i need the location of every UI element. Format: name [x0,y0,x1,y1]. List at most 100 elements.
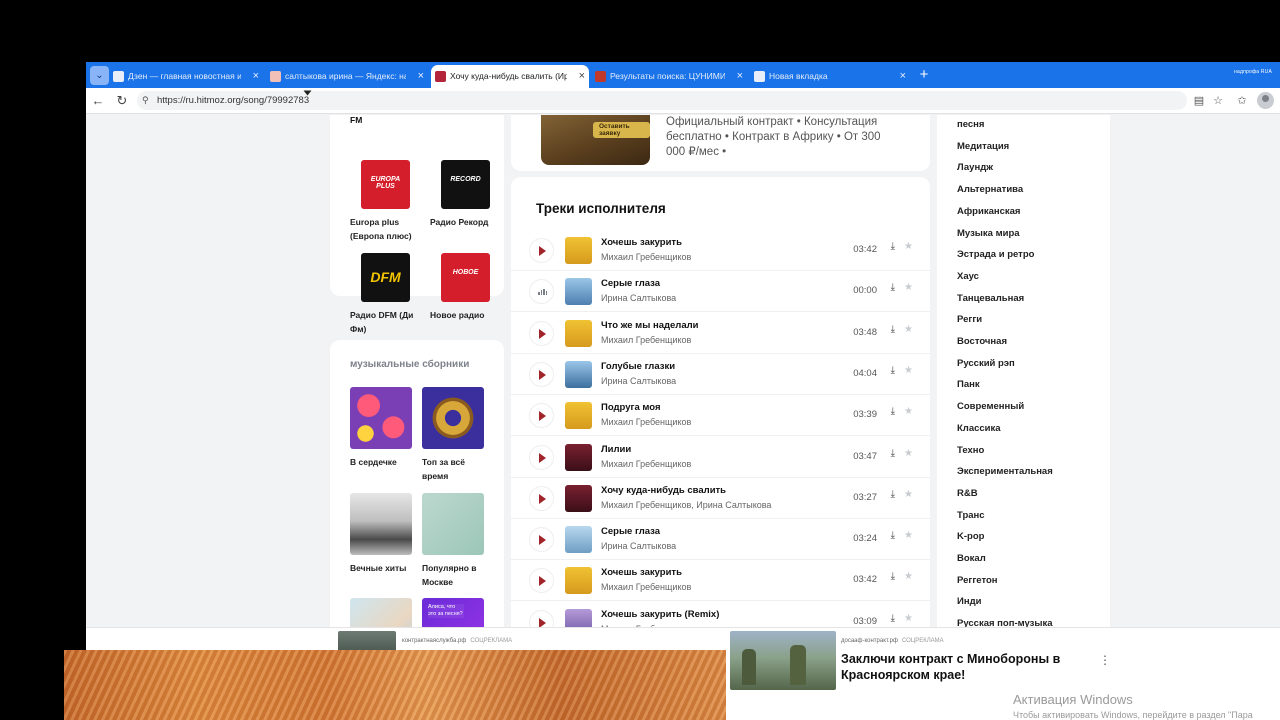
genre-link[interactable]: Африканская [957,206,1020,217]
radio-station-label[interactable]: Новое радио [430,308,500,322]
collection-tile[interactable]: Популярно в Москве [422,493,492,589]
genre-link[interactable]: Классика [957,423,1001,434]
reload-icon[interactable]: ↻ [113,92,131,110]
download-icon[interactable]: ⤓ [891,365,895,376]
radio-station-cover[interactable]: DFM [361,253,410,302]
browser-tab[interactable]: салтыкова ирина — Яндекс: нашл × [266,65,428,88]
genre-link[interactable]: K-pop [957,531,984,542]
play-icon[interactable] [529,444,554,470]
radio-station-label[interactable]: Радио Рекорд [430,215,500,229]
download-icon[interactable]: ⤓ [891,613,895,624]
tab-title[interactable]: Хочу куда-нибудь свалить (Ирин [450,65,567,88]
collection-label[interactable]: Топ за всё время [422,455,492,483]
track-row[interactable]: Лилии Михаил Гребенщиков 03:47 ⤓ ★ [511,437,930,478]
download-icon[interactable]: ⤓ [891,282,895,293]
play-icon[interactable] [529,238,554,263]
genre-link[interactable]: Регги [957,314,982,325]
tab-close-icon[interactable]: × [579,65,585,88]
download-icon[interactable]: ⤓ [891,324,895,335]
favorites-icon[interactable]: ✩ [1234,93,1250,109]
track-row[interactable]: Хочу куда-нибудь свалить Михаил Гребенщик… [511,478,930,519]
collection-tile[interactable]: Вечные хиты [350,493,420,575]
radio-station-cover[interactable]: RECORD [441,160,490,209]
browser-tab[interactable]: Новая вкладка × [750,65,910,88]
genre-link[interactable]: Техно [957,445,984,456]
track-title[interactable]: Голубые глазки [601,361,675,372]
track-title[interactable]: Хочешь закурить [601,237,682,248]
genre-link[interactable]: Медитация [957,141,1009,152]
ad-card[interactable]: Оставить заявку Официальный контракт • К… [511,115,930,171]
track-title[interactable]: Что же мы наделали [601,320,699,331]
track-title[interactable]: Серые глаза [601,278,660,289]
play-icon[interactable] [529,403,554,429]
download-icon[interactable]: ⤓ [891,489,895,500]
track-title[interactable]: Хочешь закурить [601,567,682,578]
collection-tile[interactable]: Топ за всё время [422,387,492,483]
favorite-star-icon[interactable]: ★ [904,241,913,252]
play-icon[interactable] [529,485,554,511]
url-field[interactable]: ⚲ https://ru.hitmoz.org/song/79992783 [137,91,1187,110]
radio-station-cover[interactable]: НОВОЕ [441,253,490,302]
banner-right-title[interactable]: Заключи контракт с Минобороны в Краснояр… [841,651,1071,683]
download-icon[interactable]: ⤓ [891,448,895,459]
browser-tab[interactable]: Результаты поиска: ЦУНИМИ × [591,65,747,88]
radio-station-cover[interactable]: EUROPA PLUS [361,160,410,209]
play-icon[interactable] [529,568,554,594]
radio-station-tile[interactable]: НОВОЕ Новое радио [430,253,500,322]
track-title[interactable]: Хочешь закурить (Remix) [601,609,719,620]
radio-station-tile[interactable]: RECORD Радио Рекорд [430,160,500,229]
track-row[interactable]: Серые глаза Ирина Салтыкова 03:24 ⤓ ★ [511,519,930,561]
genre-link[interactable]: Вокал [957,553,986,564]
play-icon[interactable] [529,527,554,553]
banner-right-source[interactable]: досааф-контракт.рф СОЦРЕКЛАМА [841,638,944,644]
collection-tile[interactable]: В сердечке [350,387,420,469]
play-icon[interactable] [529,320,554,346]
favorite-star-icon[interactable]: ★ [904,613,913,624]
play-icon[interactable] [529,361,554,387]
genre-link[interactable]: Современный [957,401,1024,412]
url-text[interactable]: https://ru.hitmoz.org/song/79992783 [157,91,309,110]
track-artist[interactable]: Михаил Гребенщиков [601,417,691,427]
collection-label[interactable]: В сердечке [350,455,420,469]
banner-left-source[interactable]: контрактнаяслужба.рф СОЦРЕКЛАМА [402,638,512,644]
favorite-star-icon[interactable]: ★ [904,448,913,459]
tab-title[interactable]: Результаты поиска: ЦУНИМИ [610,65,725,88]
track-artist[interactable]: Михаил Гребенщиков [601,252,691,262]
collection-cover[interactable] [422,493,484,555]
track-artist[interactable]: Михаил Гребенщиков [601,459,691,469]
track-artist[interactable]: Михаил Гребенщиков [601,582,691,592]
favorite-star-icon[interactable]: ★ [904,571,913,582]
favorite-star-icon[interactable]: ★ [904,324,913,335]
tab-title[interactable]: салтыкова ирина — Яндекс: нашл [285,65,406,88]
ad-image[interactable]: Оставить заявку [541,115,650,165]
track-title[interactable]: Серые глаза [601,526,660,537]
favorite-star-icon[interactable]: ★ [904,406,913,417]
radio-station-tile[interactable]: EUROPA PLUS Europa plus (Европа плюс) [350,160,420,243]
track-row[interactable]: Хочешь закурить Михаил Гребенщиков 03:42 ⤓ ★ [511,230,930,271]
tab-close-icon[interactable]: × [418,65,424,88]
track-title[interactable]: Лилии [601,444,631,455]
collection-label[interactable]: Вечные хиты [350,561,420,575]
track-title[interactable]: Подруга моя [601,402,661,413]
reader-icon[interactable]: ▤ [1191,93,1207,109]
track-row[interactable]: Голубые глазки Ирина Салтыкова 04:04 ⤓ ★ [511,354,930,395]
track-artist[interactable]: Михаил Гребенщиков, Ирина Салтыкова [601,500,771,510]
genre-link[interactable]: Русский рэп [957,358,1015,369]
collection-cover[interactable] [350,493,412,555]
genre-link[interactable]: Инди [957,596,981,607]
browser-tab[interactable]: Дзен — главная новостная инфо × [109,65,263,88]
ad-text[interactable]: Официальный контракт • Консультация бесп… [666,115,886,160]
equalizer-icon[interactable] [529,279,554,305]
genre-link[interactable]: Музыка мира [957,228,1020,239]
genre-link[interactable]: Альтернатива [957,184,1023,195]
genre-link[interactable]: Танцевальная [957,293,1024,304]
favorite-star-icon[interactable]: ★ [904,489,913,500]
track-row[interactable]: Что же мы наделали Михаил Гребенщиков 03:4… [511,313,930,354]
back-icon[interactable]: ← [89,92,107,110]
download-icon[interactable]: ⤓ [891,241,895,252]
favorite-star-icon[interactable]: ☆ [1210,93,1226,109]
favorite-star-icon[interactable]: ★ [904,530,913,541]
download-icon[interactable]: ⤓ [891,571,895,582]
download-icon[interactable]: ⤓ [891,406,895,417]
genre-link[interactable]: песня [957,119,984,130]
